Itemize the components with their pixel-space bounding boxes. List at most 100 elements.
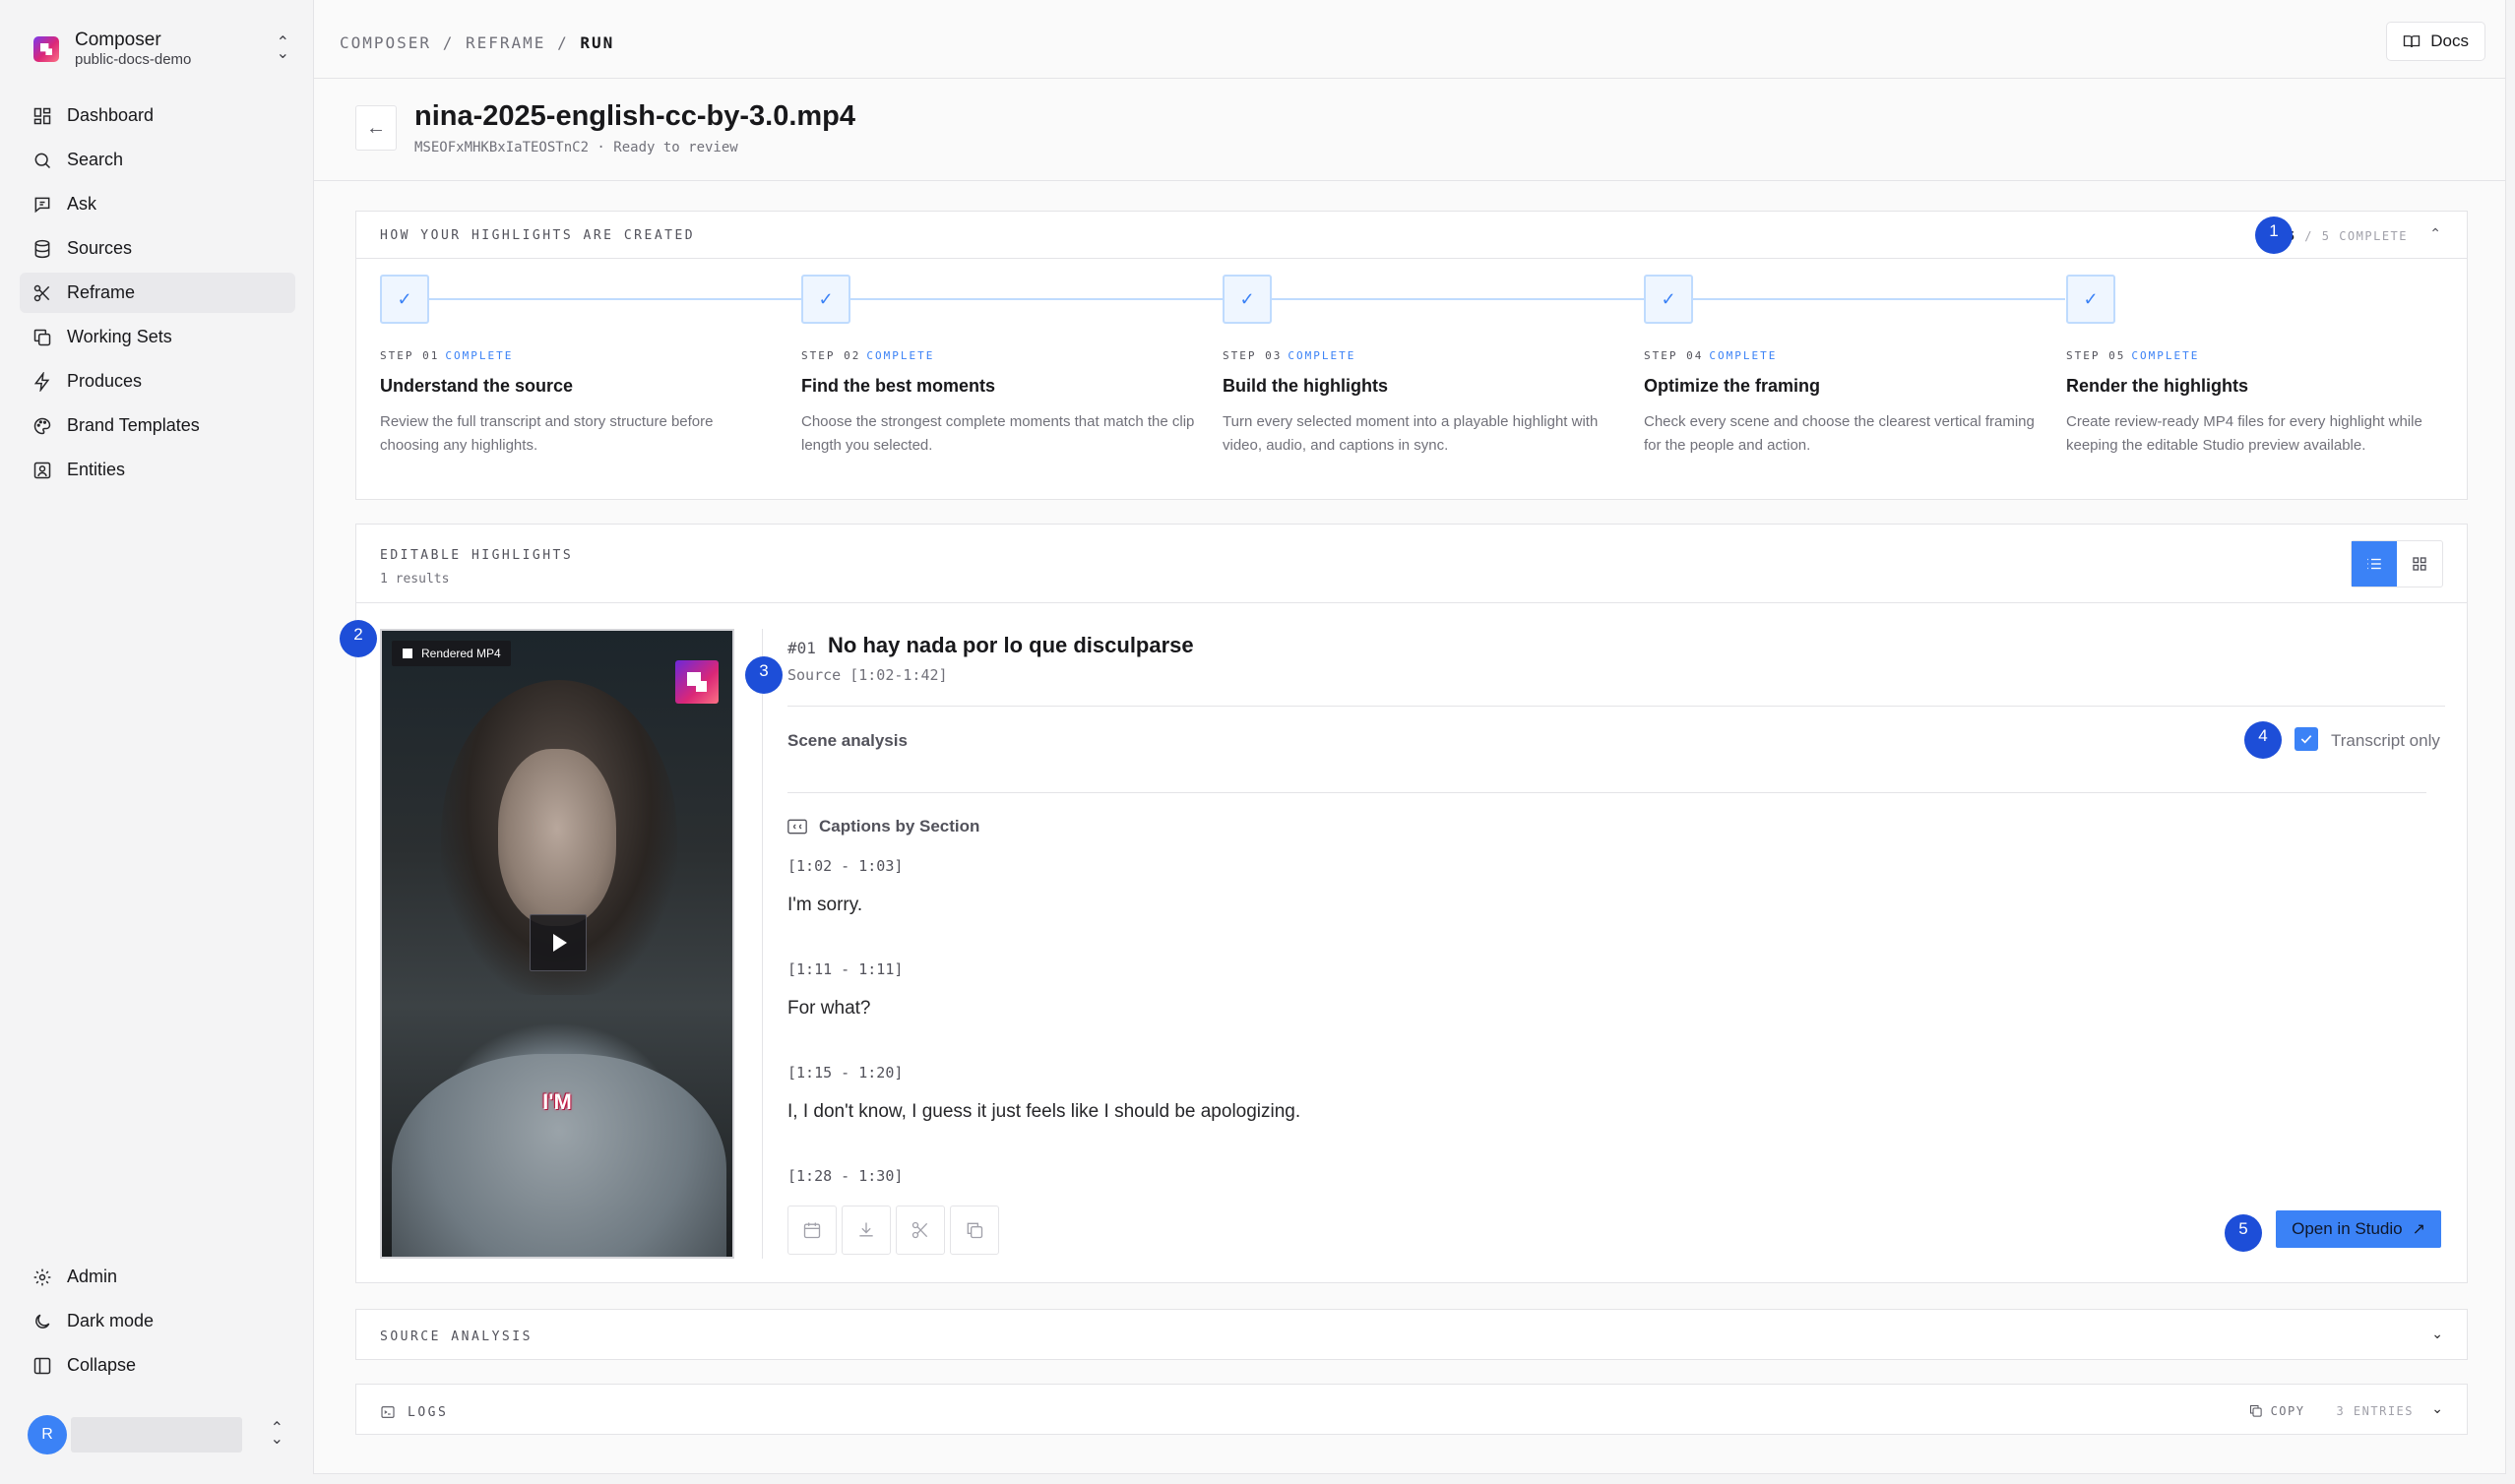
open-in-studio-label: Open in Studio xyxy=(2292,1219,2403,1238)
sidebar-item-produces[interactable]: Produces xyxy=(20,361,295,402)
captions-by-section-heading: Captions by Section xyxy=(787,817,979,836)
step-title: Render the highlights xyxy=(2066,376,2249,396)
step-connector xyxy=(1272,298,1644,300)
check-icon xyxy=(2300,735,2312,744)
moon-icon xyxy=(31,1311,53,1332)
transcript-only-label[interactable]: Transcript only xyxy=(2331,731,2440,751)
database-icon xyxy=(31,238,53,260)
sidebar-nav: Dashboard Search Ask Sources Reframe Wor… xyxy=(20,95,295,494)
chevron-up-icon[interactable]: ⌃ xyxy=(2429,225,2441,242)
sidebar-item-brand-templates[interactable]: Brand Templates xyxy=(20,405,295,446)
sidebar-item-label: Ask xyxy=(67,194,97,214)
highlights-count: 1 results xyxy=(380,572,450,587)
highlight-toolbar xyxy=(787,1206,1004,1255)
annotation-marker: 4 xyxy=(2244,721,2282,759)
logs-entry-count: 3 ENTRIES xyxy=(2336,1403,2414,1418)
step-status: COMPLETE xyxy=(1709,349,1778,362)
sidebar-item-label: Collapse xyxy=(67,1355,137,1375)
step-status: COMPLETE xyxy=(1288,349,1356,362)
caption-section: [1:11 - 1:11] For what? xyxy=(787,960,1300,1064)
film-icon xyxy=(403,649,412,658)
step-meta: STEP 02 COMPLETE xyxy=(801,349,1195,362)
step-description: Turn every selected moment into a playab… xyxy=(1223,413,1599,454)
source-analysis-title: SOURCE ANALYSIS xyxy=(380,1329,533,1344)
annotation-marker: 1 xyxy=(2255,216,2293,254)
chat-icon xyxy=(31,194,53,216)
chevron-down-icon[interactable]: ⌄ xyxy=(2431,1326,2443,1342)
step-title: Build the highlights xyxy=(1223,376,1388,396)
sidebar-item-label: Entities xyxy=(67,460,126,479)
back-button[interactable]: ← xyxy=(355,105,397,151)
sidebar-item-dashboard[interactable]: Dashboard xyxy=(20,95,295,136)
sidebar-item-label: Search xyxy=(67,150,124,169)
chevron-up-down-icon: ⌃ ⌄ xyxy=(270,1420,283,1448)
breadcrumb-current: RUN xyxy=(580,33,615,52)
transcript-only-checkbox[interactable] xyxy=(2295,727,2318,751)
step-meta: STEP 01 COMPLETE xyxy=(380,349,774,362)
workspace-name: Composer xyxy=(75,29,161,50)
list-view-button[interactable] xyxy=(2352,541,2397,587)
scene-analysis-label: Scene analysis xyxy=(787,731,908,750)
sidebar-item-admin[interactable]: Admin xyxy=(20,1257,295,1297)
sidebar-item-collapse[interactable]: Collapse xyxy=(20,1345,295,1386)
divider xyxy=(787,792,2426,793)
duplicate-button[interactable] xyxy=(950,1206,999,1255)
workspace-switcher[interactable]: Composer public-docs-demo ⌃ ⌄ xyxy=(20,24,295,75)
user-menu[interactable]: R ⌃ ⌄ xyxy=(28,1415,295,1454)
copy-icon xyxy=(31,327,53,348)
divider xyxy=(787,706,2445,707)
source-analysis-panel[interactable]: SOURCE ANALYSIS ⌄ xyxy=(355,1309,2468,1360)
copy-logs-button[interactable]: COPY xyxy=(2271,1404,2305,1418)
caption-section: [1:02 - 1:03] I'm sorry. xyxy=(787,857,1300,960)
sidebar-item-label: Working Sets xyxy=(67,327,172,346)
step-number: STEP 05 xyxy=(2066,349,2126,362)
palette-icon xyxy=(31,415,53,437)
download-button[interactable] xyxy=(842,1206,891,1255)
caption-time: [1:02 - 1:03] xyxy=(787,857,904,875)
step-meta: STEP 03 COMPLETE xyxy=(1223,349,1616,362)
grid-view-button[interactable] xyxy=(2397,541,2442,587)
sidebar-item-entities[interactable]: Entities xyxy=(20,450,295,490)
main-content: COMPOSER / REFRAME / RUN Docs ← nina-202… xyxy=(313,0,2506,1474)
highlight-number: #01 xyxy=(787,639,816,657)
sidebar-item-working-sets[interactable]: Working Sets xyxy=(20,317,295,357)
sidebar: Composer public-docs-demo ⌃ ⌄ Dashboard S… xyxy=(0,0,313,1484)
schedule-button[interactable] xyxy=(787,1206,837,1255)
sidebar-item-sources[interactable]: Sources xyxy=(20,228,295,269)
sidebar-item-label: Dashboard xyxy=(67,105,155,125)
rendered-mp4-badge: Rendered MP4 xyxy=(392,641,511,666)
scissors-icon xyxy=(912,1221,928,1239)
check-icon: ✓ xyxy=(801,275,850,324)
sidebar-item-dark-mode[interactable]: Dark mode xyxy=(20,1301,295,1341)
chevron-down-icon[interactable]: ⌄ xyxy=(2431,1400,2443,1417)
sidebar-item-search[interactable]: Search xyxy=(20,140,295,180)
scissors-icon xyxy=(31,282,53,304)
dashboard-icon xyxy=(31,105,53,127)
video-preview[interactable]: Rendered MP4 I'M xyxy=(380,629,734,1259)
trim-button[interactable] xyxy=(896,1206,945,1255)
steps-panel-header[interactable]: HOW YOUR HIGHLIGHTS ARE CREATED 5 / 5 CO… xyxy=(356,212,2467,259)
open-in-studio-button[interactable]: Open in Studio ↗ xyxy=(2276,1210,2441,1248)
step-2: ✓ STEP 02 COMPLETE Find the best moments … xyxy=(801,275,1223,458)
captions-label: Captions by Section xyxy=(819,817,980,835)
external-link-icon: ↗ xyxy=(2412,1221,2425,1238)
caption-time: [1:11 - 1:11] xyxy=(787,960,904,978)
step-number: STEP 04 xyxy=(1644,349,1704,362)
step-title: Optimize the framing xyxy=(1644,376,1821,396)
breadcrumb-separator: / xyxy=(442,33,455,52)
play-button[interactable] xyxy=(530,914,587,971)
annotation-marker: 5 xyxy=(2225,1214,2262,1252)
breadcrumb-reframe[interactable]: REFRAME xyxy=(466,33,545,52)
docs-button[interactable]: Docs xyxy=(2386,22,2485,61)
breadcrumb-composer[interactable]: COMPOSER xyxy=(340,33,431,52)
check-icon: ✓ xyxy=(380,275,429,324)
sidebar-item-ask[interactable]: Ask xyxy=(20,184,295,224)
sidebar-item-reframe[interactable]: Reframe xyxy=(20,273,295,313)
step-description: Create review-ready MP4 files for every … xyxy=(2066,413,2422,454)
step-description: Choose the strongest complete moments th… xyxy=(801,413,1195,454)
logs-panel[interactable]: LOGS COPY 3 ENTRIES ⌄ xyxy=(355,1384,2468,1435)
highlights-title: EDITABLE HIGHLIGHTS xyxy=(380,548,574,563)
check-icon: ✓ xyxy=(1644,275,1693,324)
book-icon xyxy=(2404,35,2421,48)
download-icon xyxy=(859,1222,873,1237)
